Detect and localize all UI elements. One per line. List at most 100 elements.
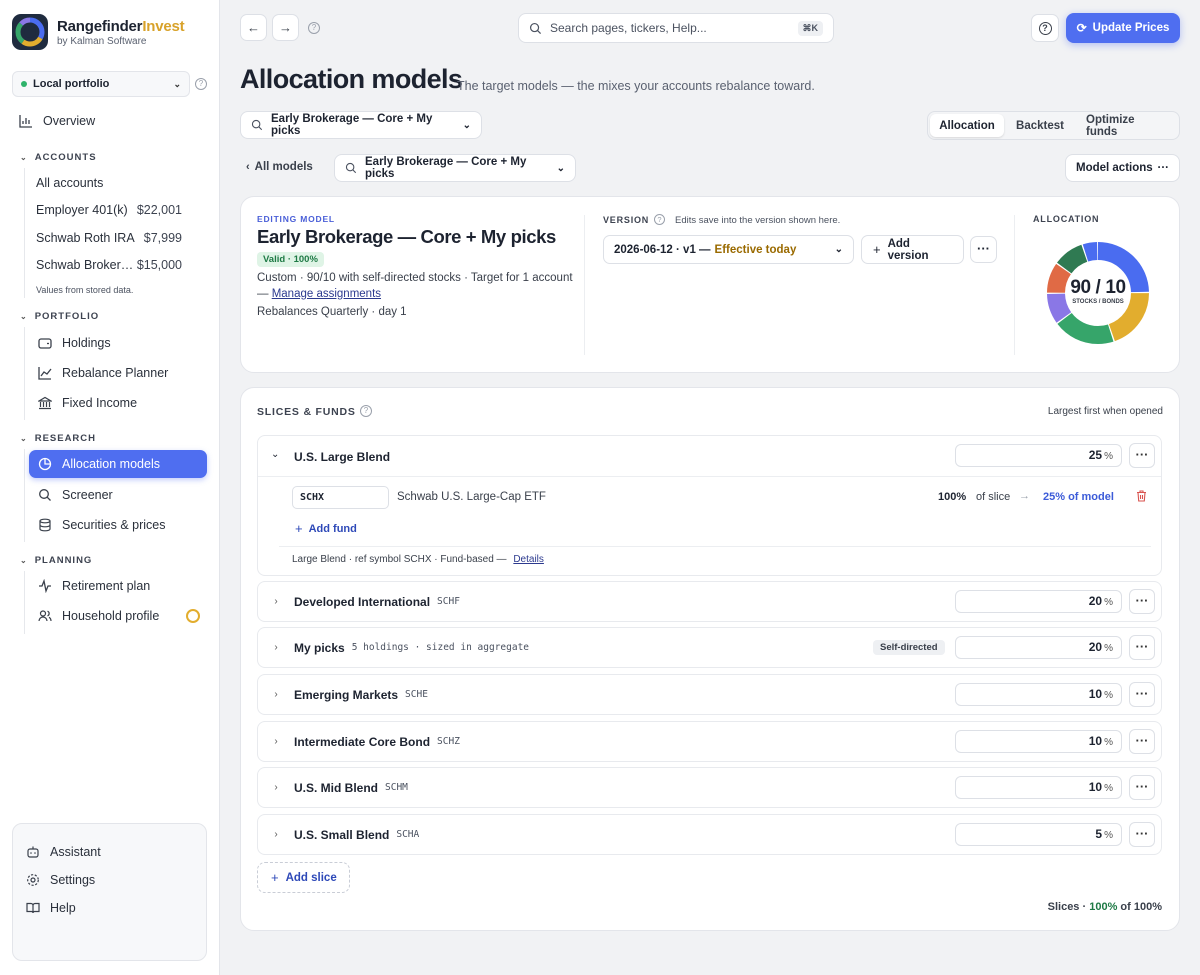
more-icon: ··· [1157, 162, 1170, 174]
app-logo-icon [12, 14, 48, 50]
chevron-right-icon[interactable]: › [258, 596, 294, 607]
sidebar-item-screener[interactable]: Screener [37, 487, 113, 503]
slice-more-button[interactable]: ··· [1129, 822, 1155, 847]
help-button[interactable]: ? [1031, 14, 1059, 42]
fund-share-suffix: of slice [976, 491, 1011, 503]
search-icon [529, 22, 542, 35]
slice-more-button[interactable]: ··· [1129, 729, 1155, 754]
slice-row[interactable]: › U.S. Small Blend SCHA 5% ··· [257, 814, 1162, 855]
add-slice-button[interactable]: + Add slice [257, 862, 350, 893]
help-icon[interactable]: ? [654, 214, 665, 225]
slice-more-button[interactable]: ··· [1129, 775, 1155, 800]
section-accounts[interactable]: ⌄ ACCOUNTS [20, 152, 97, 163]
arrow-right-icon: → [279, 20, 292, 35]
update-prices-button[interactable]: ⟳ Update Prices [1066, 13, 1180, 43]
back-button[interactable]: ← [240, 14, 267, 41]
all-models-link[interactable]: ‹ All models [246, 161, 313, 173]
more-icon: ··· [1135, 733, 1149, 748]
slice-percent-input[interactable]: 20% [955, 590, 1122, 613]
portfolio-selector[interactable]: Local portfolio ⌄ [12, 71, 190, 97]
help-icon[interactable]: ? [360, 405, 372, 417]
slice-percent-input[interactable]: 20% [955, 636, 1122, 659]
fund-model-share: 25% of model [1043, 491, 1114, 503]
sidebar-item-account[interactable]: Employer 401(k) $22,001 [36, 203, 182, 217]
slice-more-button[interactable]: ··· [1129, 443, 1155, 468]
model-breadcrumb-picker[interactable]: Early Brokerage — Core + My picks ⌄ [334, 154, 576, 182]
forward-button[interactable]: → [272, 14, 299, 41]
version-select[interactable]: 2026-06-12 · v1 — Effective today ⌄ [603, 235, 854, 264]
search-icon [251, 119, 263, 131]
sidebar-item-account[interactable]: All accounts [36, 176, 182, 190]
more-icon: ··· [1135, 826, 1149, 841]
sidebar-item-holdings[interactable]: Holdings [37, 335, 111, 351]
brand[interactable]: RangefinderInvest by Kalman Software [12, 14, 185, 50]
trash-icon[interactable] [1136, 490, 1147, 505]
status-dot [21, 81, 27, 87]
slices-sort-hint: Largest first when opened [1047, 406, 1163, 417]
manage-assignments-link[interactable]: Manage assignments [272, 288, 381, 300]
slice-more-button[interactable]: ··· [1129, 682, 1155, 707]
slice-row[interactable]: › Developed International SCHF 20% ··· [257, 581, 1162, 622]
sidebar-item-account[interactable]: Schwab Roth IRA $7,999 [36, 231, 182, 245]
search-input[interactable]: Search pages, tickers, Help... ⌘K [518, 13, 834, 43]
slice-row[interactable]: › Emerging Markets SCHE 10% ··· [257, 674, 1162, 715]
slices-total: Slices · 100% of 100% [1048, 901, 1162, 913]
fund-share[interactable]: 100% [938, 491, 966, 503]
slice-ticker: SCHM [385, 782, 408, 793]
sidebar-item-rebalance-planner[interactable]: Rebalance Planner [37, 365, 168, 381]
model-description: Custom · 90/10 with self-directed stocks… [257, 271, 577, 302]
tab-backtest[interactable]: Backtest [1004, 114, 1076, 137]
chevron-right-icon[interactable]: › [258, 829, 294, 840]
fund-ticker-input[interactable]: SCHX [292, 486, 389, 509]
sidebar-item-overview[interactable]: Overview [18, 113, 95, 129]
percent-unit: % [1104, 830, 1113, 841]
sidebar-item-assistant[interactable]: Assistant [25, 844, 101, 860]
chevron-down-icon[interactable]: ⌄ [271, 449, 279, 460]
slice-more-button[interactable]: ··· [1129, 635, 1155, 660]
sidebar-item-allocation-models[interactable]: Allocation models [29, 450, 207, 478]
sidebar-item-fixed-income[interactable]: Fixed Income [37, 395, 137, 411]
chevron-down-icon: ⌄ [20, 434, 28, 443]
model-picker[interactable]: Early Brokerage — Core + My picks ⌄ [240, 111, 482, 139]
chevron-right-icon[interactable]: › [258, 782, 294, 793]
sidebar-item-help[interactable]: Help [25, 900, 76, 916]
sidebar-item-label: Retirement plan [62, 579, 151, 593]
slice-ticker: SCHF [437, 596, 460, 607]
tab-allocation[interactable]: Allocation [930, 114, 1004, 137]
slice-row[interactable]: › U.S. Mid Blend SCHM 10% ··· [257, 767, 1162, 808]
help-icon[interactable]: ? [308, 22, 320, 34]
version-more-button[interactable]: ··· [970, 236, 997, 263]
model-card: EDITING MODEL Early Brokerage — Core + M… [240, 196, 1180, 373]
sidebar-item-settings[interactable]: Settings [25, 872, 95, 888]
sidebar-item-securities[interactable]: Securities & prices [37, 517, 166, 533]
percent-unit: % [1104, 643, 1113, 654]
slice-percent-input[interactable]: 25% [955, 444, 1122, 467]
add-fund-button[interactable]: + Add fund [295, 521, 357, 536]
slice-row[interactable]: › Intermediate Core Bond SCHZ 10% ··· [257, 721, 1162, 762]
chevron-right-icon[interactable]: › [258, 736, 294, 747]
tab-optimize-funds[interactable]: Optimize funds [1076, 114, 1176, 138]
section-research[interactable]: ⌄ RESEARCH [20, 433, 96, 444]
slice-percent-input[interactable]: 10% [955, 683, 1122, 706]
app-name: RangefinderInvest [57, 17, 185, 35]
chevron-right-icon[interactable]: › [258, 642, 294, 653]
sidebar-item-account[interactable]: Schwab Broker… $15,000 [36, 258, 182, 272]
slice-more-button[interactable]: ··· [1129, 589, 1155, 614]
model-actions-button[interactable]: Model actions ··· [1065, 154, 1180, 182]
slice-percent-input[interactable]: 10% [955, 730, 1122, 753]
arrow-left-icon: ← [247, 20, 260, 35]
details-link[interactable]: Details [513, 554, 544, 565]
add-version-button[interactable]: + Add version [861, 235, 964, 264]
gear-icon [25, 872, 41, 888]
slice-percent-input[interactable]: 5% [955, 823, 1122, 846]
add-version-label: Add version [887, 237, 929, 262]
slice-name: Developed International [294, 594, 431, 609]
slice-percent-input[interactable]: 10% [955, 776, 1122, 799]
section-portfolio[interactable]: ⌄ PORTFOLIO [20, 311, 99, 322]
section-planning[interactable]: ⌄ PLANNING [20, 555, 92, 566]
chevron-right-icon[interactable]: › [258, 689, 294, 700]
slice-row[interactable]: › My picks 5 holdings · sized in aggrega… [257, 627, 1162, 668]
sidebar-item-retirement-plan[interactable]: Retirement plan [37, 578, 150, 594]
help-icon[interactable]: ? [195, 78, 207, 90]
sidebar-item-household-profile[interactable]: Household profile [37, 608, 159, 624]
